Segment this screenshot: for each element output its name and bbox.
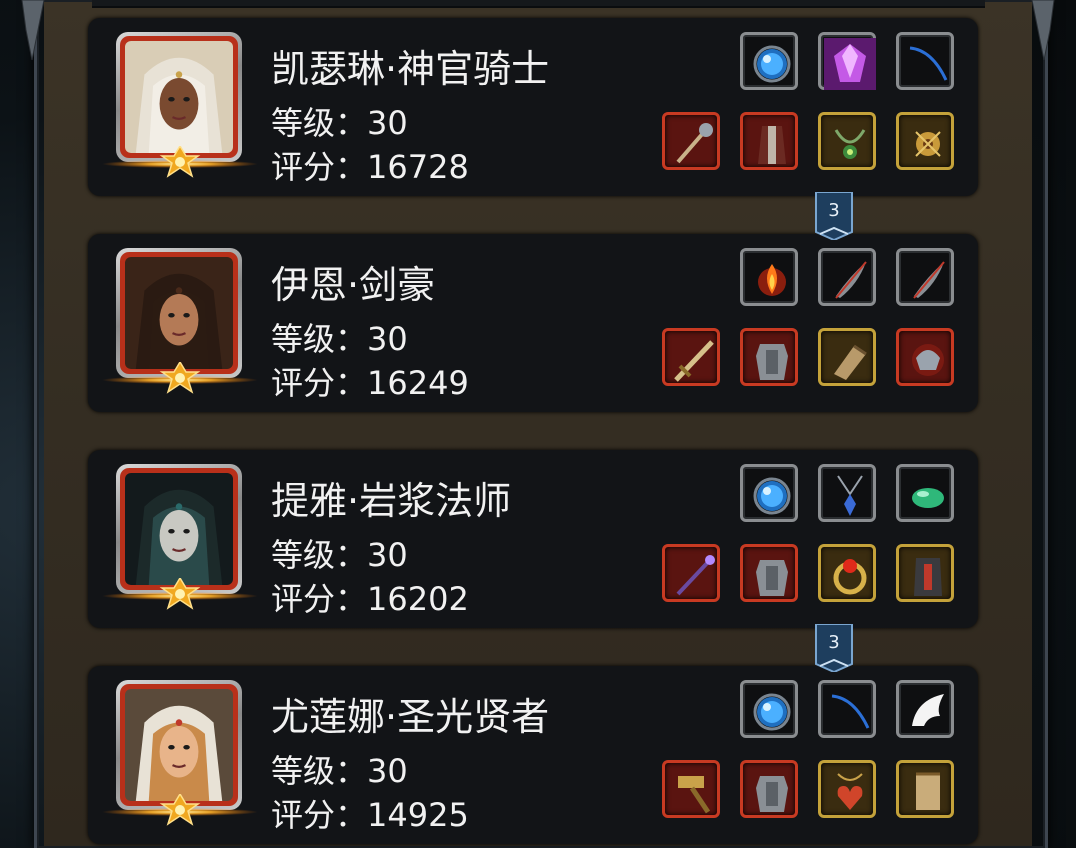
equipment-slot[interactable]	[818, 464, 876, 522]
equipment-slot[interactable]	[662, 112, 720, 170]
equipment-slot[interactable]	[818, 544, 876, 602]
hero-card[interactable]: 凯瑟琳·神官骑士 等级：30 评分：16728	[88, 18, 978, 196]
hero-portrait[interactable]	[102, 248, 258, 398]
holy-sage-portrait	[125, 689, 233, 801]
equipment-slot[interactable]	[896, 680, 954, 738]
hero-name: 提雅·岩浆法师	[271, 479, 512, 523]
equipment-slot[interactable]	[740, 248, 798, 306]
hero-level: 等级：30	[271, 104, 408, 142]
plate-armor-icon	[756, 344, 788, 380]
equipment-slot[interactable]	[896, 464, 954, 522]
portrait-frame	[116, 248, 242, 378]
hero-score: 评分：16249	[271, 364, 469, 402]
hero-portrait[interactable]	[102, 680, 258, 830]
hero-score: 评分：16728	[271, 148, 469, 186]
feather-icon	[913, 261, 945, 299]
portrait-frame	[116, 32, 242, 162]
priest-knight-portrait	[125, 41, 233, 153]
purple-gem-icon	[824, 38, 876, 90]
hammer-icon	[678, 776, 711, 814]
equipment-slot[interactable]	[818, 32, 876, 90]
mace-icon	[676, 123, 713, 164]
blue-orb-icon	[753, 477, 791, 515]
hero-card[interactable]: 伊恩·剑豪 等级：30 评分：16249	[88, 234, 978, 412]
hero-name: 伊恩·剑豪	[271, 263, 436, 307]
equipment-slot[interactable]	[896, 328, 954, 386]
star-rank-icon	[100, 144, 260, 182]
equipment-slot[interactable]	[740, 32, 798, 90]
star-rank-icon	[100, 360, 260, 398]
ruby-ring-icon	[833, 559, 867, 595]
equipment-slot[interactable]	[896, 248, 954, 306]
link-count-badge: 3	[814, 191, 854, 242]
blue-string-icon	[909, 46, 948, 81]
hero-score: 评分：14925	[271, 796, 469, 834]
svg-text:3: 3	[828, 200, 839, 221]
ornament-right-icon	[1031, 0, 1055, 60]
equipment-slot[interactable]	[896, 544, 954, 602]
equipment-slot[interactable]	[662, 328, 720, 386]
green-stone-icon	[912, 488, 944, 508]
equipment-slot[interactable]	[818, 760, 876, 818]
blue-orb-icon	[753, 45, 791, 83]
star-rank-icon	[100, 576, 260, 614]
necklace-icon	[834, 129, 866, 159]
feather-icon	[835, 261, 867, 299]
hero-level: 等级：30	[271, 752, 408, 790]
blue-orb-icon	[753, 693, 791, 731]
hero-portrait[interactable]	[102, 32, 258, 182]
hero-level: 等级：30	[271, 320, 408, 358]
hero-name: 尤莲娜·圣光贤者	[271, 695, 550, 739]
equipment-slot[interactable]	[818, 680, 876, 738]
hero-score: 评分：16202	[271, 580, 469, 618]
hero-card[interactable]: 尤莲娜·圣光贤者 等级：30 评分：14925	[88, 666, 978, 844]
lava-mage-portrait	[125, 473, 233, 585]
equipment-slot[interactable]	[896, 760, 954, 818]
equipment-slot[interactable]	[818, 328, 876, 386]
pendant-icon	[837, 475, 863, 516]
staff-icon	[676, 555, 715, 596]
star-rank-icon	[100, 792, 260, 830]
equipment-slot[interactable]	[740, 680, 798, 738]
portrait-frame	[116, 680, 242, 810]
scroll-icon	[916, 772, 940, 810]
gold-amulet-icon	[915, 131, 941, 157]
equipment-slot[interactable]	[818, 112, 876, 170]
gauntlet-icon	[834, 344, 867, 380]
hero-name: 凯瑟琳·神官骑士	[271, 47, 550, 91]
top-bar	[92, 0, 985, 8]
swordmaster-portrait	[125, 257, 233, 369]
portrait-frame	[116, 464, 242, 594]
equipment-slot[interactable]	[896, 32, 954, 90]
equipment-slot[interactable]	[818, 248, 876, 306]
plate-armor-icon	[756, 776, 788, 812]
white-wing-icon	[912, 694, 944, 726]
pauldron-icon	[912, 344, 944, 376]
hero-card[interactable]: 提雅·岩浆法师 等级：30 评分：16202	[88, 450, 978, 628]
svg-text:3: 3	[828, 632, 839, 653]
equipment-slot[interactable]	[740, 544, 798, 602]
ornament-left-icon	[21, 0, 45, 60]
equipment-slot[interactable]	[896, 112, 954, 170]
fire-emblem-icon	[758, 264, 786, 296]
robe-armor-icon	[758, 126, 786, 164]
equipment-slot[interactable]	[740, 760, 798, 818]
link-count-badge: 3	[814, 623, 854, 674]
equipment-slot[interactable]	[740, 464, 798, 522]
dark-armor-icon	[914, 558, 942, 596]
blue-string-icon	[831, 694, 870, 729]
equipment-slot[interactable]	[662, 544, 720, 602]
heart-amulet-icon	[837, 773, 863, 810]
sword-icon	[674, 340, 714, 382]
hero-portrait[interactable]	[102, 464, 258, 614]
plate-armor-icon	[756, 560, 788, 596]
equipment-slot[interactable]	[662, 760, 720, 818]
hero-level: 等级：30	[271, 536, 408, 574]
equipment-slot[interactable]	[740, 328, 798, 386]
equipment-slot[interactable]	[740, 112, 798, 170]
